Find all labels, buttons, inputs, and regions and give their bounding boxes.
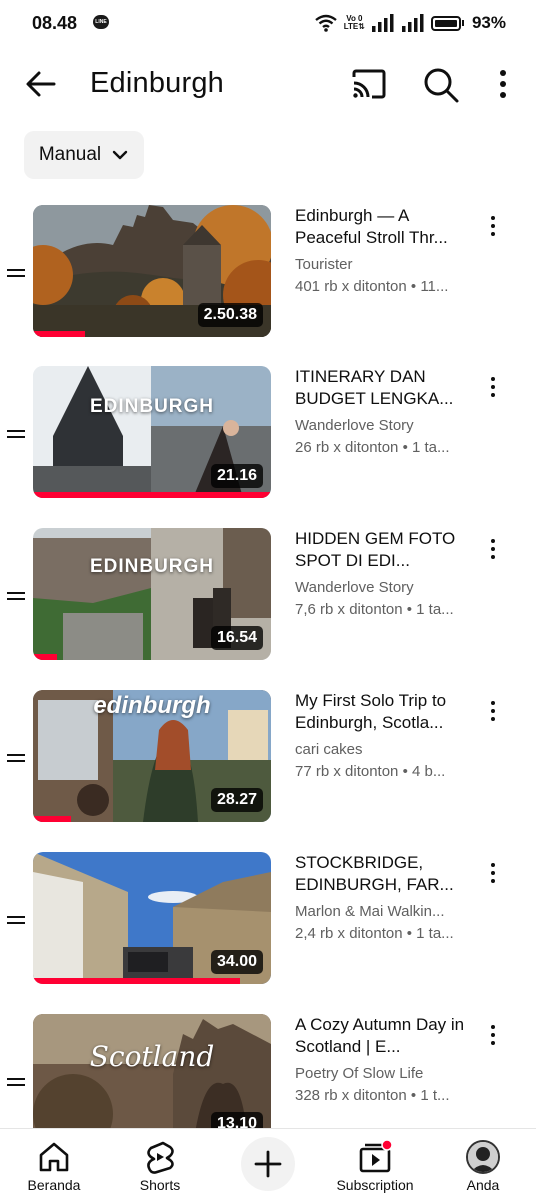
video-duration: 21.16 [210, 464, 263, 488]
status-bar: 08.48 LINE Vo 0 LTE⇅ 93% [0, 0, 536, 48]
thumbnail-overlay-title: Scotland [89, 1040, 215, 1073]
nav-you[interactable]: Anda [453, 1129, 513, 1201]
list-item[interactable]: edinburgh 28.27 My First Solo Trip to Ed… [0, 690, 536, 822]
list-item[interactable]: Scotland 13.10 A Cozy Autumn Day in Scot… [0, 1014, 536, 1128]
battery-percent: 93% [471, 13, 506, 32]
channel-name: Poetry Of Slow Life [295, 1065, 424, 1082]
video-thumbnail[interactable]: 2.50.38 [33, 205, 271, 337]
top-app-bar: Edinburgh [0, 55, 536, 115]
wifi-icon [315, 14, 337, 32]
avatar-container [465, 1139, 501, 1175]
list-item[interactable]: EDINBURGH 21.16 ITINERARY DAN BUDGET LEN… [0, 366, 536, 498]
nav-you-label: Anda [466, 1177, 500, 1193]
video-title: STOCKBRIDGE, EDINBURGH, FAR... [295, 853, 454, 894]
plus-icon [254, 1150, 282, 1178]
watch-progress-bar [33, 654, 57, 660]
drag-handle-icon[interactable] [7, 267, 25, 279]
video-title: HIDDEN GEM FOTO SPOT DI EDI... [295, 529, 456, 570]
view-count: 26 rb x ditonton • 1 ta... [295, 439, 450, 456]
arrow-left-icon[interactable] [24, 67, 58, 101]
thumbnail-overlay-title: EDINBURGH [89, 396, 215, 417]
video-meta[interactable]: Edinburgh — A Peaceful Stroll Thr... Tou… [295, 205, 467, 298]
video-thumbnail[interactable]: edinburgh 28.27 [33, 690, 271, 822]
video-duration: 2.50.38 [197, 303, 263, 327]
line-app-icon: LINE [93, 15, 109, 29]
video-more-icon[interactable] [485, 538, 501, 560]
drag-handle-icon[interactable] [7, 428, 25, 440]
sort-dropdown-chip[interactable]: Manual [24, 131, 144, 179]
nav-home[interactable]: Beranda [24, 1129, 84, 1201]
nav-subscriptions-label: Subscription [336, 1177, 414, 1193]
video-more-icon[interactable] [485, 862, 501, 884]
bottom-navigation: Beranda Shorts Subscription Anda [0, 1128, 536, 1201]
thumbnail-overlay-title: EDINBURGH [89, 556, 215, 577]
status-time: 08.48 [32, 13, 78, 33]
status-icons: Vo 0 LTE⇅ 93% [314, 12, 506, 34]
avatar [466, 1140, 500, 1174]
video-thumbnail[interactable]: EDINBURGH 16.54 [33, 528, 271, 660]
watch-progress-bar [33, 331, 86, 337]
signal-icon [371, 14, 394, 32]
home-icon [39, 1142, 69, 1172]
drag-handle-icon[interactable] [7, 914, 25, 926]
video-duration: 28.27 [210, 788, 263, 812]
watch-progress-bar [33, 978, 241, 984]
view-count: 328 rb x ditonton • 1 t... [295, 1087, 450, 1104]
video-more-icon[interactable] [485, 215, 501, 237]
channel-name: Wanderlove Story [295, 417, 414, 434]
nav-shorts-label: Shorts [139, 1177, 181, 1193]
list-item[interactable]: 2.50.38 Edinburgh — A Peaceful Stroll Th… [0, 205, 536, 337]
sort-chip-label: Manual [38, 144, 102, 165]
more-vertical-icon[interactable] [494, 67, 512, 101]
create-button[interactable] [241, 1137, 295, 1191]
video-thumbnail[interactable]: 34.00 [33, 852, 271, 984]
cast-icon[interactable] [350, 67, 388, 101]
channel-name: cari cakes [295, 741, 363, 758]
video-duration: 13.10 [210, 1112, 263, 1128]
subscriptions-icon [359, 1139, 393, 1173]
video-more-icon[interactable] [485, 376, 501, 398]
video-meta[interactable]: ITINERARY DAN BUDGET LENGKA... Wanderlov… [295, 366, 467, 459]
channel-name: Tourister [295, 256, 353, 273]
video-meta[interactable]: A Cozy Autumn Day in Scotland | E... Poe… [295, 1014, 467, 1107]
video-meta[interactable]: My First Solo Trip to Edinburgh, Scotla.… [295, 690, 467, 783]
avatar-image [468, 1142, 498, 1172]
video-title: ITINERARY DAN BUDGET LENGKA... [295, 367, 454, 408]
nav-subscriptions[interactable]: Subscription [330, 1129, 420, 1201]
drag-handle-icon[interactable] [7, 752, 25, 764]
view-count: 2,4 rb x ditonton • 1 ta... [295, 925, 454, 942]
channel-name: Marlon & Mai Walkin... [295, 903, 445, 920]
channel-name: Wanderlove Story [295, 579, 414, 596]
drag-handle-icon[interactable] [7, 1076, 25, 1088]
shorts-icon [147, 1141, 174, 1174]
video-more-icon[interactable] [485, 700, 501, 722]
volte-icon: Vo 0 LTE⇅ [343, 14, 365, 31]
chevron-down-icon [112, 150, 128, 160]
nav-shorts[interactable]: Shorts [130, 1129, 190, 1201]
thumbnail-overlay-title: edinburgh [93, 692, 211, 719]
video-meta[interactable]: HIDDEN GEM FOTO SPOT DI EDI... Wanderlov… [295, 528, 467, 621]
nav-home-label: Beranda [27, 1177, 81, 1193]
view-count: 77 rb x ditonton • 4 b... [295, 763, 446, 780]
view-count: 401 rb x ditonton • 11... [295, 278, 449, 295]
page-title: Edinburgh [90, 67, 225, 99]
video-title: A Cozy Autumn Day in Scotland | E... [295, 1015, 465, 1056]
view-count: 7,6 rb x ditonton • 1 ta... [295, 601, 454, 618]
video-title: My First Solo Trip to Edinburgh, Scotla.… [295, 691, 447, 732]
signal-icon-2 [401, 14, 424, 32]
search-icon[interactable] [422, 66, 460, 104]
video-more-icon[interactable] [485, 1024, 501, 1046]
list-item[interactable]: 34.00 STOCKBRIDGE, EDINBURGH, FAR... Mar… [0, 852, 536, 984]
list-item[interactable]: EDINBURGH 16.54 HIDDEN GEM FOTO SPOT DI … [0, 528, 536, 660]
video-title: Edinburgh — A Peaceful Stroll Thr... [295, 206, 448, 247]
video-thumbnail[interactable]: EDINBURGH 21.16 [33, 366, 271, 498]
watch-progress-bar [33, 492, 271, 498]
battery-icon [430, 15, 461, 31]
video-duration: 16.54 [210, 626, 263, 650]
watch-progress-bar [33, 816, 72, 822]
video-thumbnail[interactable]: Scotland 13.10 [33, 1014, 271, 1128]
drag-handle-icon[interactable] [7, 590, 25, 602]
video-meta[interactable]: STOCKBRIDGE, EDINBURGH, FAR... Marlon & … [295, 852, 467, 945]
video-duration: 34.00 [210, 950, 263, 974]
